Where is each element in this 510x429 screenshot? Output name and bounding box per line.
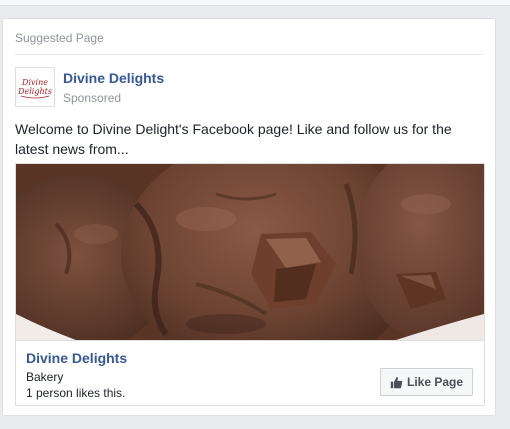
ad-likes-count[interactable]: 1 person likes this. bbox=[26, 386, 125, 400]
card-header: Suggested Page bbox=[15, 31, 104, 45]
divine-delights-logo: Divine Delights bbox=[16, 68, 54, 106]
svg-text:Delights: Delights bbox=[17, 87, 52, 96]
chocolate-cookie-photo[interactable] bbox=[16, 164, 484, 340]
suggested-page-card: Suggested Page Divine Delights Divine De… bbox=[2, 18, 496, 416]
ad-page-title-link[interactable]: Divine Delights bbox=[26, 350, 127, 366]
page: Suggested Page Divine Delights Divine De… bbox=[0, 0, 510, 429]
sponsored-label[interactable]: Sponsored bbox=[63, 91, 121, 105]
page-avatar[interactable]: Divine Delights bbox=[15, 67, 55, 107]
post-text: Welcome to Divine Delight's Facebook pag… bbox=[15, 121, 452, 157]
card-divider bbox=[15, 54, 483, 55]
thumbs-up-icon bbox=[390, 376, 403, 388]
ad-category: Bakery bbox=[26, 370, 64, 384]
like-page-button[interactable]: Like Page bbox=[380, 368, 473, 396]
page-name-link[interactable]: Divine Delights bbox=[63, 70, 164, 86]
top-bar bbox=[0, 0, 510, 6]
ad-footer: Divine Delights Bakery 1 person likes th… bbox=[16, 340, 484, 405]
ad-attachment[interactable]: Divine Delights Bakery 1 person likes th… bbox=[15, 163, 485, 406]
like-page-label: Like Page bbox=[406, 375, 464, 389]
svg-text:Divine: Divine bbox=[21, 78, 48, 87]
